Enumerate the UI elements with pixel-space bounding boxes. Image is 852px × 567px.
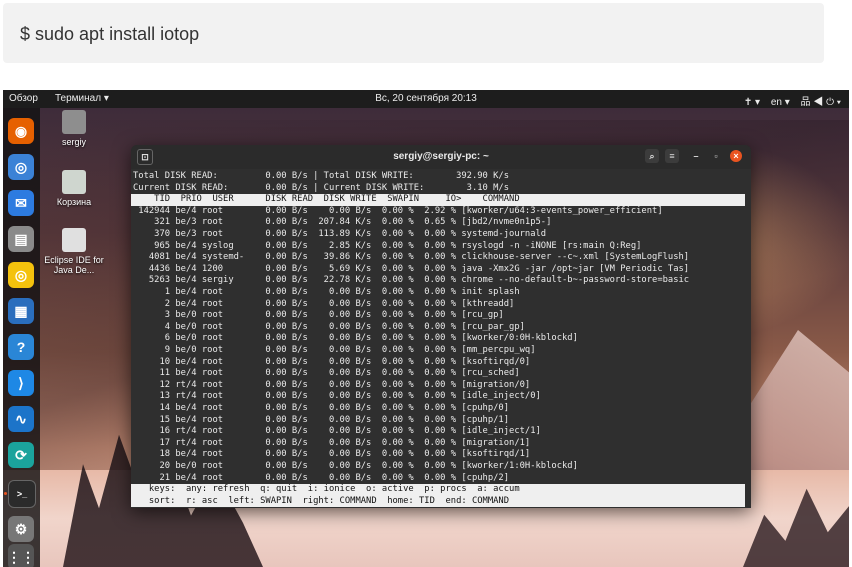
top-bar: Обзор Терминал ▾ Вс, 20 сентября 20:13 ✝… <box>3 90 849 108</box>
process-row[interactable]: 21 be/4 root 0.00 B/s 0.00 B/s 0.00 % 0.… <box>133 473 509 485</box>
disk-summary-line: Total DISK READ: 0.00 B/s | Total DISK W… <box>133 171 510 181</box>
column-header: TID PRIO USER DISK READ DISK WRITE SWAPI… <box>131 194 745 206</box>
desktop-icon-label: Корзина <box>56 197 92 207</box>
install-command: $ sudo apt install iotop <box>20 24 200 44</box>
close-icon[interactable]: × <box>730 150 742 162</box>
files-icon[interactable]: ▤ <box>8 226 34 252</box>
process-row[interactable]: 4081 be/4 systemd- 0.00 B/s 39.86 K/s 0.… <box>133 252 689 264</box>
system-menu[interactable]: 品 ◀ ⏻ ▾ <box>801 97 841 108</box>
settings-icon[interactable]: ⚙ <box>8 516 34 542</box>
process-row[interactable]: 6 be/0 root 0.00 B/s 0.00 B/s 0.00 % 0.0… <box>133 333 578 345</box>
running-indicator <box>4 492 7 495</box>
process-row[interactable]: 10 be/4 root 0.00 B/s 0.00 B/s 0.00 % 0.… <box>133 357 530 369</box>
process-row[interactable]: 142944 be/4 root 0.00 B/s 0.00 B/s 0.00 … <box>133 206 662 218</box>
maximize-icon[interactable]: ▫ <box>709 149 723 163</box>
apps-grid-icon[interactable]: ⋮⋮ <box>7 544 35 567</box>
process-row[interactable]: 17 rt/4 root 0.00 B/s 0.00 B/s 0.00 % 0.… <box>133 438 530 450</box>
process-row[interactable]: 11 be/4 root 0.00 B/s 0.00 B/s 0.00 % 0.… <box>133 368 519 380</box>
process-row[interactable]: 1 be/4 root 0.00 B/s 0.00 B/s 0.00 % 0.0… <box>133 287 520 299</box>
disk-summary-line: Current DISK READ: 0.00 B/s | Current DI… <box>133 182 510 193</box>
dock: ◉ ◎ ✉ ▤ ◎ ▦? ⟩ ∿ ⟳ >_ ⚙ ⋮⋮ <box>3 108 40 567</box>
accessibility-menu[interactable]: ✝ ▾ <box>744 97 760 108</box>
system-tray[interactable]: ✝ ▾ en ▾ 品 ◀ ⏻ ▾ <box>736 93 841 108</box>
process-row[interactable]: 2 be/4 root 0.00 B/s 0.00 B/s 0.00 % 0.0… <box>133 299 515 311</box>
menu-icon[interactable]: ≡ <box>665 149 679 163</box>
rhythmbox-icon[interactable]: ◎ <box>8 262 34 288</box>
process-row[interactable]: 3 be/0 root 0.00 B/s 0.00 B/s 0.00 % 0.0… <box>133 310 504 322</box>
process-row[interactable]: 18 be/4 root 0.00 B/s 0.00 B/s 0.00 % 0.… <box>133 449 530 461</box>
process-row[interactable]: 321 be/3 root 0.00 B/s 207.84 K/s 0.00 %… <box>133 217 551 229</box>
process-row[interactable]: 20 be/0 root 0.00 B/s 0.00 B/s 0.00 % 0.… <box>133 461 577 473</box>
terminal-titlebar[interactable]: ⊡ sergiy@sergiy-pc: ~ ⌕ ≡ – ▫ × <box>131 145 751 169</box>
process-row[interactable]: 4436 be/4 1200 0.00 B/s 5.69 K/s 0.00 % … <box>133 264 689 276</box>
process-row[interactable]: 370 be/3 root 0.00 B/s 113.89 K/s 0.00 %… <box>133 229 546 241</box>
clock[interactable]: Вс, 20 сентября 20:13 <box>3 93 849 104</box>
terminal-output[interactable]: Total DISK READ: 0.00 B/s | Total DISK W… <box>131 169 751 508</box>
process-row[interactable]: 965 be/4 syslog 0.00 B/s 2.85 K/s 0.00 %… <box>133 241 641 253</box>
desktop-screenshot: Обзор Терминал ▾ Вс, 20 сентября 20:13 ✝… <box>3 90 849 567</box>
process-row[interactable]: 15 be/4 root 0.00 B/s 0.00 B/s 0.00 % 0.… <box>133 415 509 427</box>
desktop-icon-eclipse[interactable]: Eclipse IDE for Java De... <box>39 228 109 275</box>
minimize-icon[interactable]: – <box>689 149 703 163</box>
process-row[interactable]: 4 be/0 root 0.00 B/s 0.00 B/s 0.00 % 0.0… <box>133 322 525 334</box>
monitor-icon[interactable]: ∿ <box>8 406 34 432</box>
chromium-icon[interactable]: ◎ <box>8 154 34 180</box>
code-block: $ sudo apt install iotop <box>3 3 824 63</box>
process-row[interactable]: 9 be/0 root 0.00 B/s 0.00 B/s 0.00 % 0.0… <box>133 345 536 357</box>
keyboard-layout-menu[interactable]: en ▾ <box>771 97 790 108</box>
desktop-icon-home[interactable]: sergiy <box>39 110 109 147</box>
trash-icon <box>62 170 86 194</box>
firefox-icon[interactable]: ◉ <box>8 118 34 144</box>
desktop-icon-label: sergiy <box>61 137 86 147</box>
process-row[interactable]: 12 rt/4 root 0.00 B/s 0.00 B/s 0.00 % 0.… <box>133 380 530 392</box>
process-row[interactable]: 14 be/4 root 0.00 B/s 0.00 B/s 0.00 % 0.… <box>133 403 509 415</box>
keys-help-line: sort: r: asc left: SWAPIN right: COMMAND… <box>131 495 745 508</box>
network-icon[interactable]: ⟳ <box>8 442 34 468</box>
search-icon[interactable]: ⌕ <box>645 149 659 163</box>
gear-icon <box>62 228 86 252</box>
thunderbird-icon[interactable]: ✉ <box>8 190 34 216</box>
terminal-icon[interactable]: >_ <box>8 480 36 508</box>
process-row[interactable]: 13 rt/4 root 0.00 B/s 0.00 B/s 0.00 % 0.… <box>133 391 540 403</box>
desktop-icon-label: Eclipse IDE for Java De... <box>44 255 104 275</box>
terminal-window[interactable]: ⊡ sergiy@sergiy-pc: ~ ⌕ ≡ – ▫ × Total DI… <box>131 145 751 508</box>
keys-help-line: keys: any: refresh q: quit i: ionice o: … <box>131 484 745 496</box>
process-row[interactable]: 16 rt/4 root 0.00 B/s 0.00 B/s 0.00 % 0.… <box>133 426 540 438</box>
home-folder-icon <box>62 110 86 134</box>
vscode-icon[interactable]: ⟩ <box>8 370 34 396</box>
desktop-icon-trash[interactable]: Корзина <box>39 170 109 207</box>
help-icon[interactable]: ? <box>8 334 34 360</box>
process-row[interactable]: 5263 be/4 sergiy 0.00 B/s 22.78 K/s 0.00… <box>133 275 689 287</box>
writer-icon[interactable]: ▦ <box>8 298 34 324</box>
